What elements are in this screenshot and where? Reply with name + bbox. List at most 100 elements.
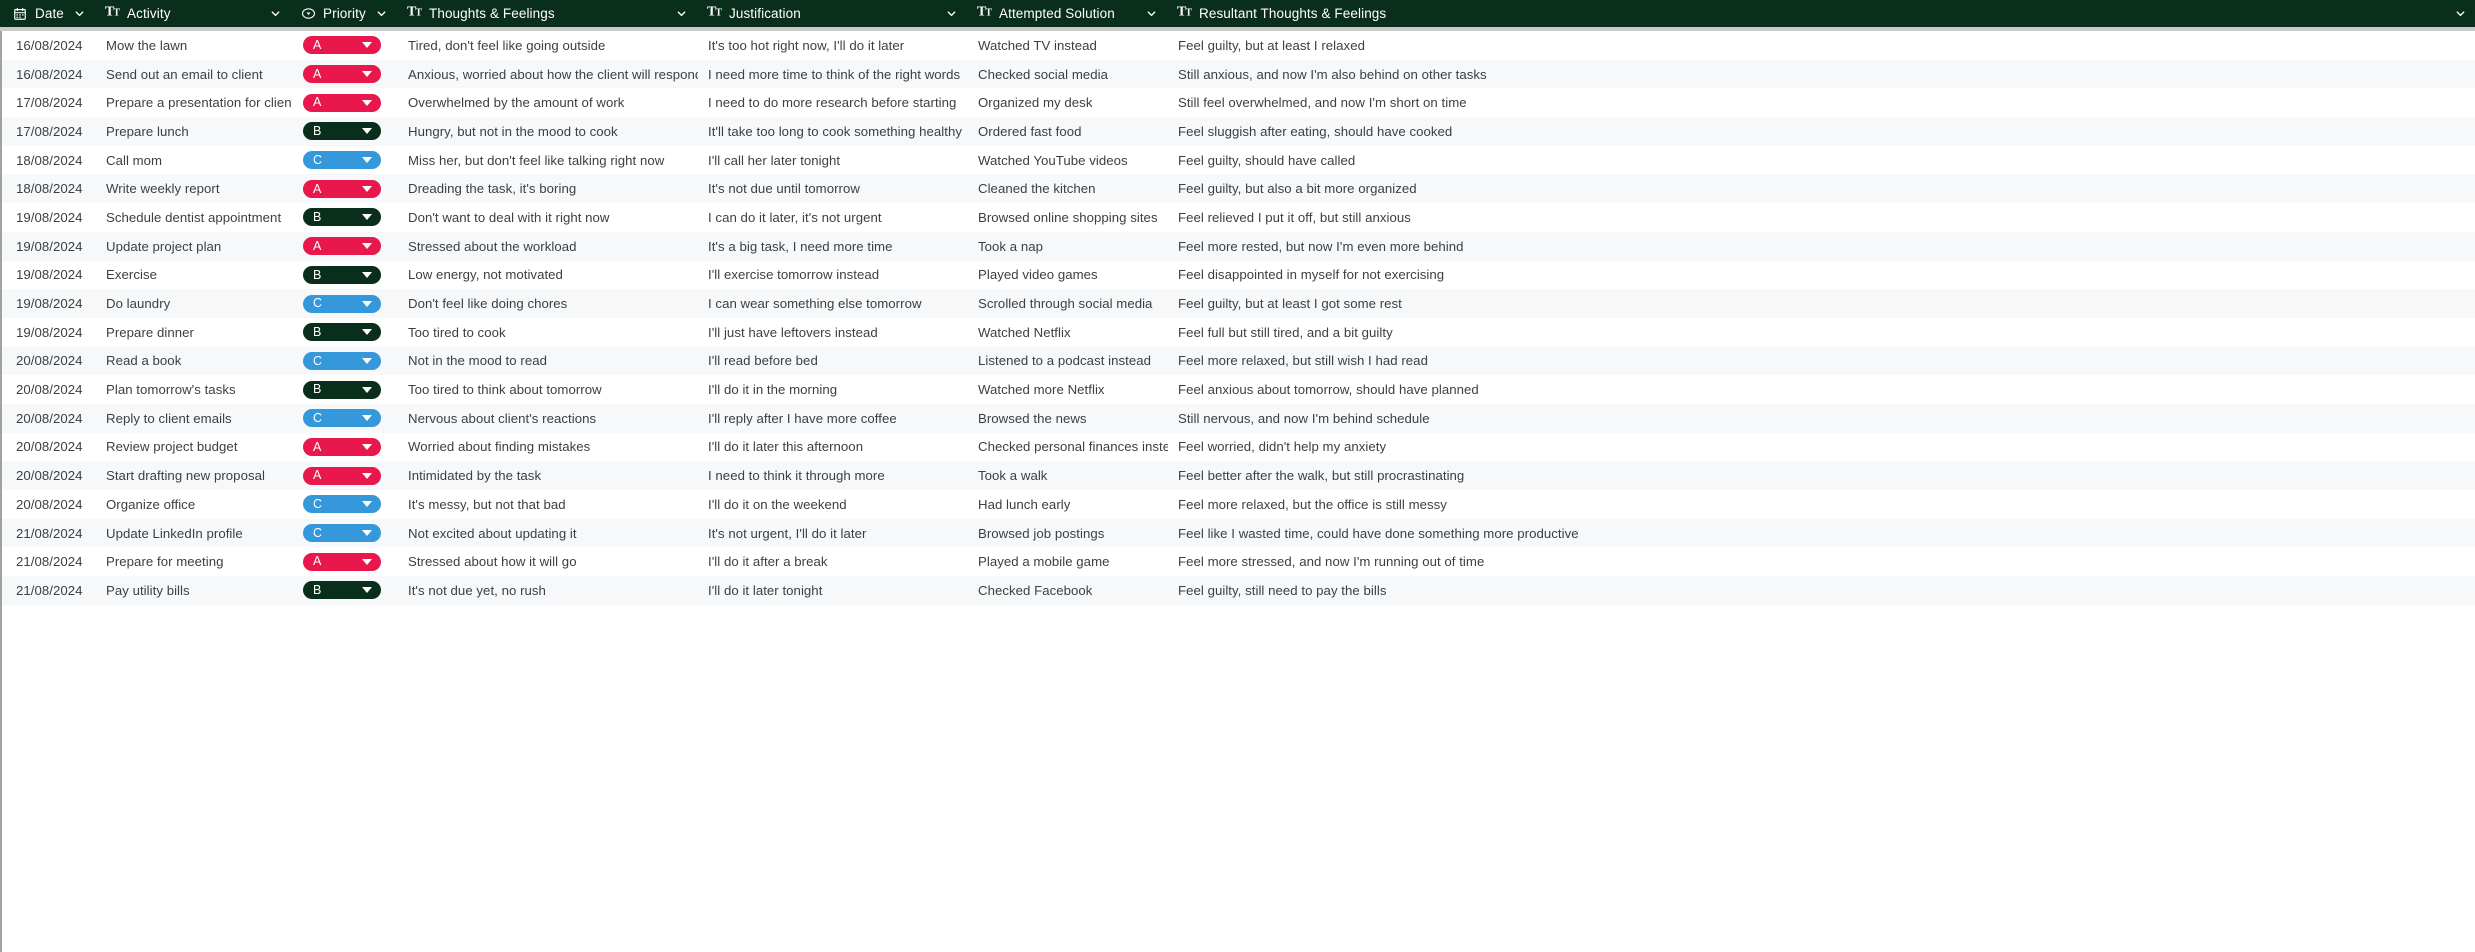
cell-thoughts-and-feelings[interactable]: Tired, don't feel like going outside [398,31,698,60]
caret-down-icon[interactable] [362,357,372,364]
chevron-down-icon[interactable] [72,7,86,21]
cell-activity[interactable]: Call mom [96,146,292,175]
table-row[interactable]: 20/08/2024 Read a book C Not in the mood to… [2,346,2475,376]
cell-resultant-thoughts-and-feelings[interactable]: Feel disappointed in myself for not exer… [1168,261,2475,290]
cell-activity[interactable]: Do laundry [96,289,292,318]
priority-select[interactable]: C [303,294,381,313]
cell-activity[interactable]: Update project plan [96,232,292,261]
cell-justification[interactable]: I'll do it later this afternoon [698,433,968,462]
cell-justification[interactable]: I'll exercise tomorrow instead [698,261,968,290]
cell-thoughts-and-feelings[interactable]: It's messy, but not that bad [398,490,698,519]
table-row[interactable]: 21/08/2024 Pay utility bills B It's not due… [2,576,2475,605]
column-header-date[interactable]: Date [0,0,94,27]
cell-priority[interactable]: B [292,375,398,404]
table-row[interactable]: 19/08/2024 Do laundry C Don't feel like doi… [2,289,2475,318]
cell-thoughts-and-feelings[interactable]: Nervous about client's reactions [398,404,698,433]
table-row[interactable]: 19/08/2024 Prepare dinner B Too tired to co… [2,317,2475,347]
cell-resultant-thoughts-and-feelings[interactable]: Feel more rested, but now I'm even more … [1168,232,2475,261]
cell-date[interactable]: 20/08/2024 [2,461,96,490]
priority-select[interactable]: B [303,265,381,284]
column-header-thoughts-feelings[interactable]: TT Thoughts & Feelings [396,0,696,27]
table-row[interactable]: 17/08/2024 Prepare a presentation for cli… [2,88,2475,118]
table-row[interactable]: 20/08/2024 Organize office C It's messy, bu… [2,490,2475,519]
caret-down-icon[interactable] [362,214,372,221]
cell-justification[interactable]: I'll reply after I have more coffee [698,404,968,433]
cell-attempted-solution[interactable]: Took a walk [968,461,1168,490]
cell-priority[interactable]: C [292,289,398,318]
cell-priority[interactable]: A [292,232,398,261]
cell-priority[interactable]: A [292,88,398,117]
cell-justification[interactable]: I'll do it after a break [698,547,968,576]
cell-activity[interactable]: Pay utility bills [96,576,292,605]
priority-select[interactable]: C [303,351,381,370]
cell-activity[interactable]: Update LinkedIn profile [96,519,292,548]
cell-attempted-solution[interactable]: Checked personal finances instead [968,433,1168,462]
cell-attempted-solution[interactable]: Scrolled through social media [968,289,1168,318]
cell-date[interactable]: 21/08/2024 [2,576,96,605]
table-row[interactable]: 21/08/2024 Update LinkedIn profile C Not ex… [2,518,2475,548]
cell-justification[interactable]: It's not due until tomorrow [698,174,968,203]
cell-date[interactable]: 20/08/2024 [2,347,96,376]
caret-down-icon[interactable] [362,71,372,78]
priority-select[interactable]: A [303,552,381,571]
caret-down-icon[interactable] [362,329,372,336]
table-row[interactable]: 17/08/2024 Prepare lunch B Hungry, but not … [2,117,2475,146]
cell-priority[interactable]: B [292,261,398,290]
cell-date[interactable]: 18/08/2024 [2,146,96,175]
cell-justification[interactable]: I'll read before bed [698,347,968,376]
cell-justification[interactable]: It's a big task, I need more time [698,232,968,261]
cell-resultant-thoughts-and-feelings[interactable]: Feel more relaxed, but the office is sti… [1168,490,2475,519]
chevron-down-icon[interactable] [944,7,958,21]
priority-select[interactable]: A [303,466,381,485]
priority-select[interactable]: C [303,524,381,543]
caret-down-icon[interactable] [362,558,372,565]
cell-resultant-thoughts-and-feelings[interactable]: Still feel overwhelmed, and now I'm shor… [1168,88,2475,117]
cell-justification[interactable]: I'll call her later tonight [698,146,968,175]
cell-resultant-thoughts-and-feelings[interactable]: Feel guilty, still need to pay the bills [1168,576,2475,605]
chevron-down-icon[interactable] [2453,7,2467,21]
caret-down-icon[interactable] [362,530,372,537]
caret-down-icon[interactable] [362,243,372,250]
priority-select[interactable]: A [303,65,381,84]
caret-down-icon[interactable] [362,300,372,307]
cell-activity[interactable]: Prepare for meeting [96,547,292,576]
table-row[interactable]: 20/08/2024 Review project budget A Worried … [2,432,2475,462]
table-row[interactable]: 18/08/2024 Call mom C Miss her, but don't f… [2,145,2475,175]
cell-date[interactable]: 21/08/2024 [2,519,96,548]
cell-date[interactable]: 18/08/2024 [2,174,96,203]
cell-justification[interactable]: It'll take too long to cook something he… [698,117,968,146]
table-row[interactable]: 19/08/2024 Exercise B Low energy, not motiv… [2,260,2475,290]
cell-thoughts-and-feelings[interactable]: It's not due yet, no rush [398,576,698,605]
priority-select[interactable]: A [303,437,381,456]
cell-thoughts-and-feelings[interactable]: Not in the mood to read [398,347,698,376]
column-header-justification[interactable]: TT Justification [696,0,966,27]
cell-justification[interactable]: I need to do more research before starti… [698,88,968,117]
table-row[interactable]: 18/08/2024 Write weekly report A Dreading t… [2,174,2475,204]
table-row[interactable]: 16/08/2024 Send out an email to client A An… [2,59,2475,89]
grid-body[interactable]: 16/08/2024 Mow the lawn A Tired, don't feel… [0,31,2475,952]
cell-date[interactable]: 16/08/2024 [2,31,96,60]
cell-activity[interactable]: Write weekly report [96,174,292,203]
priority-select[interactable]: A [303,179,381,198]
cell-attempted-solution[interactable]: Listened to a podcast instead [968,347,1168,376]
cell-attempted-solution[interactable]: Checked social media [968,60,1168,89]
cell-thoughts-and-feelings[interactable]: Too tired to cook [398,318,698,347]
cell-priority[interactable]: B [292,576,398,605]
cell-activity[interactable]: Read a book [96,347,292,376]
cell-attempted-solution[interactable]: Browsed job postings [968,519,1168,548]
caret-down-icon[interactable] [362,386,372,393]
cell-attempted-solution[interactable]: Played video games [968,261,1168,290]
cell-priority[interactable]: A [292,547,398,576]
cell-resultant-thoughts-and-feelings[interactable]: Feel better after the walk, but still pr… [1168,461,2475,490]
column-header-priority[interactable]: Priority [290,0,396,27]
cell-date[interactable]: 19/08/2024 [2,203,96,232]
priority-select[interactable]: C [303,409,381,428]
cell-activity[interactable]: Schedule dentist appointment [96,203,292,232]
column-header-resultant-thoughts-feelings[interactable]: TT Resultant Thoughts & Feelings [1166,0,2475,27]
table-row[interactable]: 20/08/2024 Start drafting new proposal A In… [2,461,2475,490]
priority-select[interactable]: B [303,323,381,342]
caret-down-icon[interactable] [362,42,372,49]
cell-activity[interactable]: Review project budget [96,433,292,462]
cell-priority[interactable]: C [292,519,398,548]
table-row[interactable]: 20/08/2024 Plan tomorrow's tasks B Too tire… [2,375,2475,404]
